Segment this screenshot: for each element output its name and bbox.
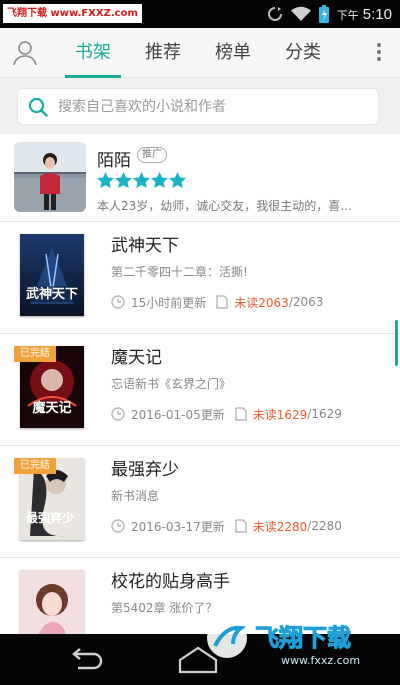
star-icon [169,172,186,188]
latest-chapter: 第5402章 涨价了？ [111,601,218,615]
book-meta: 2016-01-05更新 未读1629/1629 [111,406,342,422]
book-meta: 15小时前更新 未读2063/2063 [111,294,323,310]
bookshelf-list: 陌陌 推广 本人23岁，幼师，诚心交友，我很主动的，喜... 武神天下 武神天下… [0,134,400,634]
book-title: 最强弃少 [111,460,179,480]
svg-text:www.fxxz.com: www.fxxz.com [281,654,360,667]
tab-bookshelf[interactable]: 书架 [63,28,123,78]
clock: 下午 5:10 [336,5,392,23]
tab-categories[interactable]: 分类 [273,28,333,78]
tab-recommend[interactable]: 推荐 [133,28,193,78]
book-meta: 2016-03-17更新 未读2280/2280 [111,518,342,534]
unread-count: 未读2280 [252,519,308,534]
book-title: 魔天记 [111,348,162,368]
book-item[interactable]: 最强弃少 已完结 最强弃少 新书消息 2016-03-17更新 未读2280/2… [0,446,400,558]
book-title: 校花的贴身高手 [111,572,230,592]
promoted-avatar [14,142,86,212]
finished-badge: 已完结 [14,458,56,474]
promoted-badge: 推广 [137,147,167,163]
search-icon [28,97,48,117]
book-item[interactable]: 武神天下 武神天下 第二千零四十二章：活撕! 15小时前更新 未读2063/20… [0,222,400,334]
svg-text:武神天下: 武神天下 [26,286,78,302]
book-title: 武神天下 [111,236,179,256]
clock-icon [111,519,125,533]
total-chapters: 2280 [311,519,342,533]
total-chapters: 2063 [292,295,324,309]
latest-chapter: 新书消息 [111,489,160,503]
svg-text:魔天记: 魔天记 [32,400,71,416]
watermark-logo-top: 飞翔下载 www.FXXZ.com [3,4,142,23]
total-chapters: 1629 [311,407,342,421]
battery-icon [318,5,329,23]
promoted-name: 陌陌 [97,151,131,171]
document-icon [216,295,228,309]
latest-chapter: 忘语新书《玄界之门》 [111,377,232,391]
more-options-icon[interactable] [376,40,382,66]
clock-icon [111,295,125,309]
book-cover: 武神天下 [20,234,84,316]
rating-stars [97,172,186,188]
star-icon [115,172,132,188]
active-tab-indicator [65,75,121,78]
scrollbar[interactable] [395,320,398,366]
svg-text:最强弃少: 最强弃少 [26,510,74,525]
status-bar: 飞翔下载 www.FXXZ.com 下午 5:10 [0,0,400,28]
book-item[interactable]: 魔天记 已完结 魔天记 忘语新书《玄界之门》 2016-01-05更新 未读16… [0,334,400,446]
back-icon[interactable] [66,648,106,672]
star-icon [133,172,150,188]
document-icon [235,407,247,421]
svg-text:飞翔下载: 飞翔下载 [255,624,351,652]
book-cover [20,570,84,634]
latest-chapter: 第二千零四十二章：活撕! [111,265,248,279]
unread-count: 未读1629 [252,407,308,422]
promoted-description: 本人23岁，幼师，诚心交友，我很主动的，喜... [97,199,352,213]
update-time: 2016-03-17更新 [131,519,225,534]
promoted-item[interactable]: 陌陌 推广 本人23岁，幼师，诚心交友，我很主动的，喜... [0,134,400,222]
star-icon [97,172,114,188]
tab-rankings[interactable]: 榜单 [203,28,263,78]
top-tab-bar: 书架 推荐 榜单 分类 [0,28,400,78]
update-time: 2016-01-05更新 [131,407,225,422]
clock-icon [111,407,125,421]
search-box[interactable] [17,88,379,125]
status-icons: 下午 5:10 [267,0,392,28]
search-section [0,79,400,134]
star-icon [151,172,168,188]
document-icon [235,519,247,533]
update-time: 15小时前更新 [131,295,207,310]
unread-count: 未读2063 [234,295,289,310]
sync-icon [267,7,282,21]
watermark-logo-bottom: 飞翔下载 www.fxxz.com [207,618,360,667]
user-profile-icon[interactable] [12,40,38,66]
wifi-icon [290,6,311,21]
finished-badge: 已完结 [14,346,56,362]
search-input[interactable] [58,89,368,124]
